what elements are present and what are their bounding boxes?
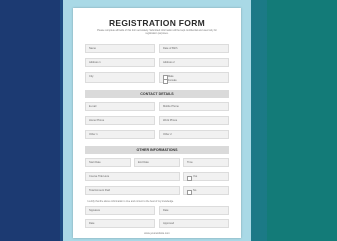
no-label: No <box>193 189 197 192</box>
dob-field[interactable]: Date of Birth <box>159 44 229 53</box>
male-label: Male <box>168 74 174 78</box>
total-label: Total Amount Paid <box>89 189 110 192</box>
contact-section-heading: CONTACT DETAILS <box>85 90 229 98</box>
start-date-field[interactable]: Start Date <box>85 158 131 167</box>
approved-label: Approved <box>163 222 175 225</box>
form-title: REGISTRATION FORM <box>108 18 206 28</box>
name-field[interactable]: Name <box>85 44 155 53</box>
yes-checkbox[interactable] <box>187 176 192 181</box>
other2-field[interactable]: Other 2 <box>159 130 229 139</box>
total-field[interactable]: Total Amount Paid <box>85 186 180 195</box>
address1-label: Address 1 <box>89 61 101 64</box>
form-intro: Please complete all fields of this form … <box>97 29 217 36</box>
home-phone-field[interactable]: Home Phone <box>85 116 155 125</box>
other1-label: Other 1 <box>89 133 98 136</box>
form-frame: REGISTRATION FORM Please complete all fi… <box>63 0 251 241</box>
date2-label: Date <box>89 222 95 225</box>
other-section-heading: OTHER INFORMATIONS <box>85 146 229 154</box>
background-right <box>267 0 337 241</box>
home-phone-label: Home Phone <box>89 119 105 122</box>
work-phone-field[interactable]: Work Phone <box>159 116 229 125</box>
other2-label: Other 2 <box>163 133 172 136</box>
start-date-label: Start Date <box>89 161 101 164</box>
city-label: City <box>89 75 94 78</box>
work-phone-label: Work Phone <box>163 119 178 122</box>
time-label: Time <box>187 161 193 164</box>
mobile-phone-label: Mobile Phone <box>163 105 179 108</box>
date2-field[interactable]: Date <box>85 219 155 228</box>
course-field[interactable]: Course Title Here <box>85 172 180 181</box>
registration-form: REGISTRATION FORM Please complete all fi… <box>73 8 241 238</box>
end-date-field[interactable]: End Date <box>134 158 180 167</box>
signature-label: Signature <box>89 209 101 212</box>
date-field[interactable]: Date <box>159 206 229 215</box>
dob-label: Date of Birth <box>163 47 178 50</box>
consent-note: I certify that the above information is … <box>87 200 174 203</box>
address2-label: Address 2 <box>163 61 175 64</box>
mobile-phone-field[interactable]: Mobile Phone <box>159 102 229 111</box>
email-field[interactable]: E-mail <box>85 102 155 111</box>
end-date-label: End Date <box>138 161 149 164</box>
signature-field[interactable]: Signature <box>85 206 155 215</box>
yes-label: Yes <box>193 175 198 178</box>
yes-field: Yes <box>183 172 229 181</box>
address2-field[interactable]: Address 2 <box>159 58 229 67</box>
city-field[interactable]: City <box>85 72 155 83</box>
email-label: E-mail <box>89 105 97 108</box>
no-field: No <box>183 186 229 195</box>
time-field[interactable]: Time <box>183 158 229 167</box>
name-label: Name <box>89 47 96 50</box>
address1-field[interactable]: Address 1 <box>85 58 155 67</box>
form-footer: www.yourwebsite.com <box>144 232 170 235</box>
date-label: Date <box>163 209 169 212</box>
approved-field[interactable]: Approved <box>159 219 229 228</box>
no-checkbox[interactable] <box>187 190 192 195</box>
gender-field: Male Female <box>159 72 229 84</box>
course-label: Course Title Here <box>89 175 110 178</box>
female-label: Female <box>168 78 177 82</box>
background-left <box>0 0 60 241</box>
other1-field[interactable]: Other 1 <box>85 130 155 139</box>
